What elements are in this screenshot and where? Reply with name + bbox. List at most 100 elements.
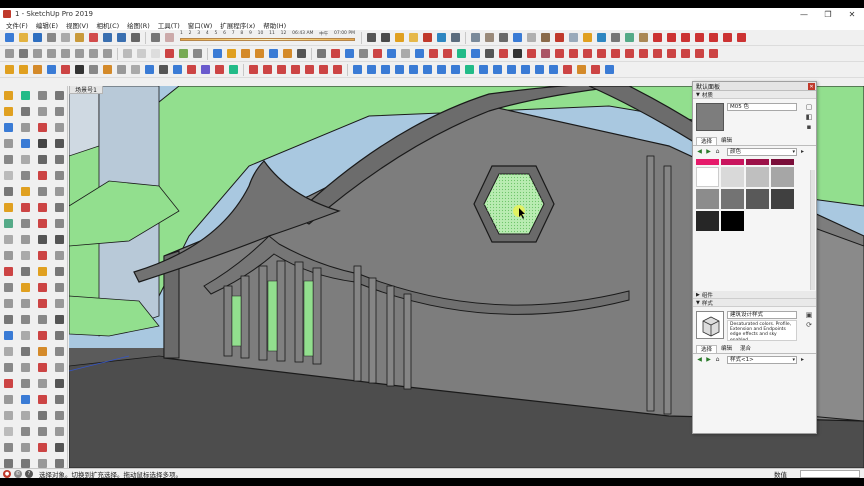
select-tool-icon[interactable] <box>3 47 16 60</box>
plugin-icon[interactable] <box>679 47 692 60</box>
plugin-icon[interactable] <box>435 63 448 76</box>
plugin-icon[interactable] <box>533 63 546 76</box>
tool-icon[interactable] <box>52 168 66 182</box>
plugin-icon[interactable] <box>143 63 156 76</box>
tool-icon[interactable] <box>1 120 15 134</box>
tool-icon[interactable] <box>35 136 49 150</box>
tool-icon[interactable] <box>18 328 32 342</box>
plugin-icon[interactable] <box>407 63 420 76</box>
tool-icon[interactable] <box>1 248 15 262</box>
sandbox-icon[interactable] <box>253 47 266 60</box>
plugin-icon[interactable] <box>623 47 636 60</box>
monochrome-icon[interactable] <box>191 47 204 60</box>
tool-icon[interactable] <box>18 440 32 454</box>
tool-icon[interactable] <box>18 152 32 166</box>
plugin-icon[interactable] <box>525 47 538 60</box>
plugin-icon[interactable] <box>185 63 198 76</box>
open-file-icon[interactable] <box>17 31 30 44</box>
tool-icon[interactable] <box>1 168 15 182</box>
plugin-icon[interactable] <box>101 63 114 76</box>
tool-icon[interactable] <box>35 360 49 374</box>
tool-icon[interactable] <box>35 104 49 118</box>
menu-edit[interactable]: 编辑(E) <box>32 20 62 30</box>
tool-icon[interactable] <box>35 88 49 102</box>
display-secondary-icon[interactable]: ▢ <box>805 103 813 111</box>
tool-icon[interactable] <box>52 248 66 262</box>
tool-icon[interactable] <box>18 264 32 278</box>
tab-select[interactable]: 选择 <box>696 345 718 353</box>
paste-icon[interactable] <box>73 31 86 44</box>
tool-icon[interactable] <box>35 392 49 406</box>
material-collection-select[interactable]: 颜色 ▾ <box>727 147 797 156</box>
view-iso-icon[interactable] <box>31 47 44 60</box>
color-swatch[interactable] <box>721 167 744 187</box>
tool-icon[interactable] <box>1 392 15 406</box>
plugin-icon[interactable] <box>511 31 524 44</box>
plugin-icon[interactable] <box>379 63 392 76</box>
view-back-icon[interactable] <box>87 47 100 60</box>
color-swatch[interactable] <box>696 159 719 165</box>
details-arrow-icon[interactable]: ▸ <box>799 148 806 155</box>
plugin-icon[interactable] <box>505 63 518 76</box>
tool-icon[interactable] <box>1 232 15 246</box>
plugin-icon[interactable] <box>603 63 616 76</box>
tool-icon[interactable] <box>1 200 15 214</box>
plugin-icon[interactable] <box>289 63 302 76</box>
tool-icon[interactable] <box>18 200 32 214</box>
plugin-icon[interactable] <box>427 47 440 60</box>
tool-icon[interactable] <box>1 312 15 326</box>
tool-icon[interactable] <box>1 328 15 342</box>
tool-icon[interactable] <box>18 424 32 438</box>
menu-draw[interactable]: 绘图(R) <box>123 20 154 30</box>
tab-mix[interactable]: 混合 <box>736 345 755 353</box>
plugin-icon[interactable] <box>553 47 566 60</box>
credits-icon[interactable]: © <box>14 469 22 478</box>
tool-icon[interactable] <box>35 408 49 422</box>
plugin-icon[interactable] <box>497 47 510 60</box>
sandbox-icon[interactable] <box>281 47 294 60</box>
plugin-icon[interactable] <box>261 63 274 76</box>
plugin-icon[interactable] <box>469 47 482 60</box>
plugin-icon[interactable] <box>637 31 650 44</box>
shadow-toggle-icon[interactable] <box>149 31 162 44</box>
tool-icon[interactable] <box>18 184 32 198</box>
tool-icon[interactable] <box>1 440 15 454</box>
tool-icon[interactable] <box>35 216 49 230</box>
measurements-box[interactable] <box>800 469 860 478</box>
plugin-icon[interactable] <box>351 63 364 76</box>
tool-icon[interactable] <box>1 88 15 102</box>
style-name-field[interactable]: 建筑设计样式 <box>727 311 797 319</box>
view-left-icon[interactable] <box>101 47 114 60</box>
tool-icon[interactable] <box>35 264 49 278</box>
orbit-icon[interactable] <box>365 31 378 44</box>
tab-select[interactable]: 选择 <box>696 137 718 145</box>
tool-icon[interactable] <box>52 392 66 406</box>
minimize-button[interactable]: — <box>792 8 816 20</box>
home-icon[interactable]: ⌂ <box>714 356 721 363</box>
tool-icon[interactable] <box>52 232 66 246</box>
plugin-icon[interactable] <box>735 31 748 44</box>
view-front-icon[interactable] <box>59 47 72 60</box>
plugin-icon[interactable] <box>477 63 490 76</box>
color-swatch[interactable] <box>746 159 769 165</box>
save-icon[interactable] <box>31 31 44 44</box>
plugin-icon[interactable] <box>315 47 328 60</box>
redo-icon[interactable] <box>115 31 128 44</box>
tool-icon[interactable] <box>52 376 66 390</box>
tool-icon[interactable] <box>52 296 66 310</box>
tool-icon[interactable] <box>52 312 66 326</box>
menu-file[interactable]: 文件(F) <box>2 20 32 30</box>
geo-location-icon[interactable]: ● <box>3 469 11 478</box>
forward-arrow-icon[interactable]: ▶ <box>705 356 712 363</box>
tool-icon[interactable] <box>18 344 32 358</box>
tool-icon[interactable] <box>35 440 49 454</box>
tool-icon[interactable] <box>52 280 66 294</box>
plugin-icon[interactable] <box>31 63 44 76</box>
tool-icon[interactable] <box>52 264 66 278</box>
style-collection-select[interactable]: 样式<1> ▾ <box>727 355 797 364</box>
plugin-icon[interactable] <box>213 63 226 76</box>
plugin-icon[interactable] <box>623 31 636 44</box>
tool-icon[interactable] <box>1 280 15 294</box>
print-icon[interactable] <box>129 31 142 44</box>
tool-icon[interactable] <box>35 184 49 198</box>
